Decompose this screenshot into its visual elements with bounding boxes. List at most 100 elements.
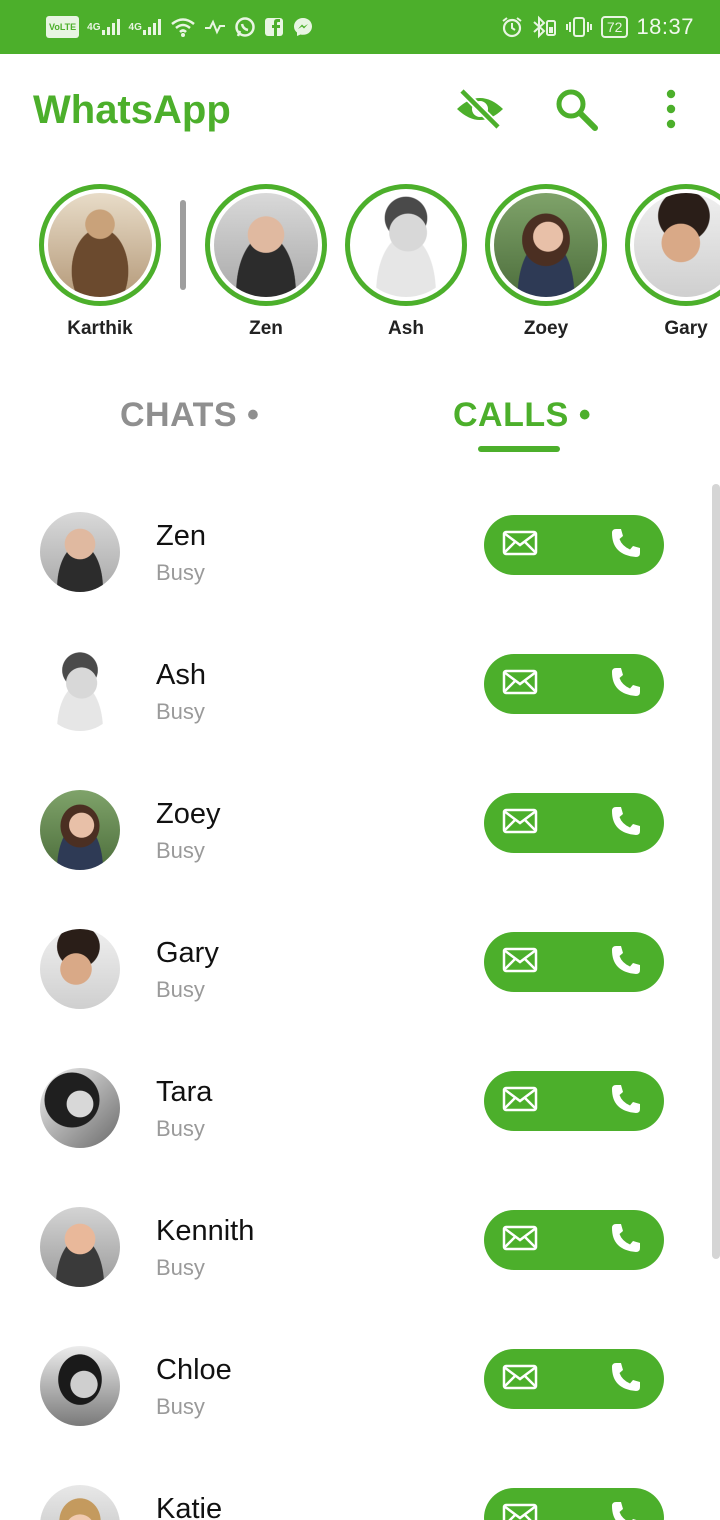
more-vert-icon [665, 89, 677, 134]
mail-icon [502, 947, 538, 978]
story-name: Ash [388, 318, 424, 339]
call-button[interactable] [606, 804, 646, 842]
contact-name: Tara [156, 1076, 213, 1108]
avatar [40, 929, 120, 1009]
story-ash[interactable]: Ash [345, 184, 467, 340]
active-tab-indicator [478, 446, 560, 452]
call-button[interactable] [606, 1360, 646, 1398]
avatar [40, 651, 120, 731]
phone-icon [610, 1222, 642, 1259]
avatar [494, 193, 598, 297]
contact-status: Busy [156, 1394, 205, 1419]
search-icon [553, 86, 599, 137]
contact-actions [484, 1349, 664, 1409]
contact-actions [484, 654, 664, 714]
hide-eye-icon [454, 87, 506, 136]
list-item[interactable]: Katie [0, 1447, 720, 1520]
message-button[interactable] [500, 1223, 540, 1257]
message-button[interactable] [500, 1084, 540, 1118]
status-bar: VoLTE 4G 4G 72 18:37 [0, 0, 720, 54]
story-name: Zen [249, 318, 283, 339]
wifi-icon [170, 16, 196, 38]
story-name: Zoey [523, 318, 569, 339]
call-button[interactable] [606, 526, 646, 564]
search-button[interactable] [548, 84, 604, 138]
story-name: Karthik [67, 318, 133, 339]
list-item[interactable]: Zen Busy [0, 474, 720, 613]
vibrate-icon [565, 16, 593, 38]
call-button[interactable] [606, 1082, 646, 1120]
list-item[interactable]: Ash Busy [0, 613, 720, 752]
facebook-notification-icon [264, 16, 284, 38]
mail-icon [502, 1225, 538, 1256]
more-options-button[interactable] [643, 84, 699, 138]
contact-status: Busy [156, 699, 205, 724]
contact-status: Busy [156, 977, 205, 1002]
phone-icon [610, 527, 642, 564]
messenger-notification-icon [292, 16, 314, 38]
call-button[interactable] [606, 1499, 646, 1520]
mail-icon [502, 808, 538, 839]
contact-status: Busy [156, 1255, 205, 1280]
message-button[interactable] [500, 1501, 540, 1520]
hide-eye-button[interactable] [452, 84, 508, 138]
signal-icon: 4G [87, 16, 120, 38]
avatar [40, 1346, 120, 1426]
story-ring [205, 184, 327, 306]
story-gary[interactable]: Gary [625, 184, 720, 340]
phone-icon [610, 1361, 642, 1398]
contact-name: Zen [156, 520, 206, 552]
tab-calls[interactable]: CALLS • [453, 396, 591, 435]
app-title: WhatsApp [33, 88, 231, 132]
message-button[interactable] [500, 1362, 540, 1396]
mail-icon [502, 530, 538, 561]
avatar [48, 193, 152, 297]
contact-name: Chloe [156, 1354, 232, 1386]
bluetooth-icon [531, 15, 557, 39]
scrollbar[interactable] [712, 484, 720, 1259]
mail-icon [502, 1503, 538, 1520]
mail-icon [502, 669, 538, 700]
avatar [354, 193, 458, 297]
list-item[interactable]: Chloe Busy [0, 1308, 720, 1447]
battery-icon: 72 [600, 16, 629, 38]
contact-actions [484, 932, 664, 992]
alarm-icon [501, 16, 523, 38]
avatar [40, 1485, 120, 1520]
phone-icon [610, 805, 642, 842]
call-button[interactable] [606, 665, 646, 703]
list-item[interactable]: Gary Busy [0, 891, 720, 1030]
list-item[interactable]: Zoey Busy [0, 752, 720, 891]
call-button[interactable] [606, 943, 646, 981]
phone-icon [610, 944, 642, 981]
contact-name: Ash [156, 659, 206, 691]
clock: 18:37 [636, 14, 694, 39]
contact-status: Busy [156, 560, 205, 585]
contact-actions [484, 515, 664, 575]
message-button[interactable] [500, 806, 540, 840]
avatar [40, 790, 120, 870]
mail-icon [502, 1364, 538, 1395]
story-ring [39, 184, 161, 306]
call-button[interactable] [606, 1221, 646, 1259]
contact-name: Katie [156, 1493, 223, 1520]
story-zoey[interactable]: Zoey [485, 184, 607, 340]
list-item[interactable]: Tara Busy [0, 1030, 720, 1169]
story-ring [345, 184, 467, 306]
story-zen[interactable]: Zen [205, 184, 327, 340]
list-item[interactable]: Kennith Busy [0, 1169, 720, 1308]
story-karthik[interactable]: Karthik [39, 184, 161, 340]
message-button[interactable] [500, 945, 540, 979]
message-button[interactable] [500, 667, 540, 701]
avatar [40, 1207, 120, 1287]
message-button[interactable] [500, 528, 540, 562]
phone-icon [610, 666, 642, 703]
tab-chats[interactable]: CHATS • [120, 396, 259, 435]
contact-status: Busy [156, 838, 205, 863]
contact-status: Busy [156, 1116, 205, 1141]
contact-name: Zoey [156, 798, 221, 830]
contact-actions [484, 793, 664, 853]
contact-actions [484, 1210, 664, 1270]
story-ring [625, 184, 720, 306]
story-name: Gary [664, 318, 708, 339]
